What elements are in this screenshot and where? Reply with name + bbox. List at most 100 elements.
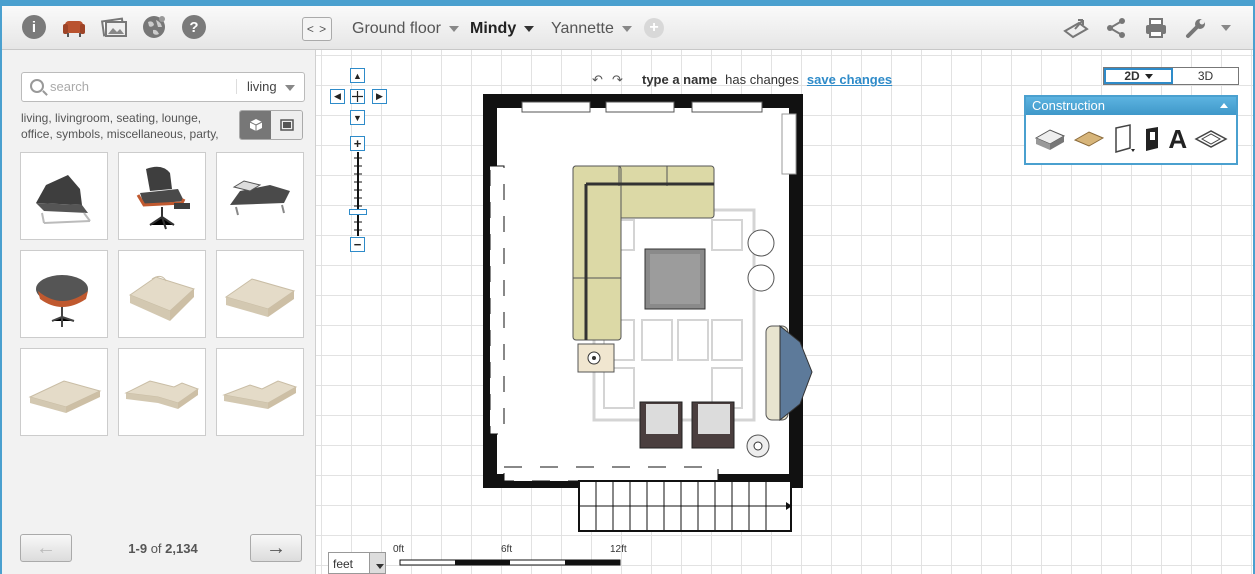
lamp-base <box>592 356 596 360</box>
tab-label: Yannette <box>551 20 614 37</box>
design-name[interactable]: type a name <box>642 72 717 87</box>
scale-label: 6ft <box>501 544 513 555</box>
chevron-down-icon[interactable] <box>369 553 385 573</box>
info-icon[interactable]: i <box>20 13 48 41</box>
stool[interactable] <box>747 264 775 292</box>
construction-header[interactable]: Construction <box>1026 97 1236 115</box>
view-2d-label: 2D <box>1124 69 1140 83</box>
info-glyph: i <box>22 15 46 39</box>
tab-label: Ground floor <box>352 20 441 37</box>
redo-button[interactable]: ↷ <box>612 72 623 88</box>
next-page-button[interactable]: → <box>250 534 302 562</box>
catalog-item[interactable] <box>20 152 108 240</box>
category-select[interactable]: living <box>236 79 295 94</box>
pan-center-button[interactable] <box>350 89 365 104</box>
page-total: 2,134 <box>165 541 198 556</box>
window-icon[interactable] <box>1143 126 1161 152</box>
catalog-item[interactable] <box>216 348 304 436</box>
pan-right-button[interactable]: ▶ <box>372 89 387 104</box>
room-icon[interactable] <box>1034 126 1066 152</box>
pan-left-button[interactable]: ◀ <box>330 89 345 104</box>
text-icon[interactable]: A <box>1168 124 1187 155</box>
zoom-ticks <box>354 157 362 231</box>
chevron-down-icon[interactable] <box>621 25 632 32</box>
catalog-item[interactable] <box>216 250 304 338</box>
add-floor-button[interactable]: + <box>644 18 664 38</box>
save-changes-link[interactable]: save changes <box>807 72 892 87</box>
changes-text: has changes <box>725 72 799 87</box>
pagination: ← 1-9 of 2,134 → <box>20 534 304 562</box>
undo-button[interactable]: ↶ <box>592 72 603 88</box>
cube-icon <box>249 119 262 131</box>
left-opening[interactable] <box>489 165 505 435</box>
floor-lamp-bulb <box>753 441 763 451</box>
tag-list[interactable]: living, livingroom, seating, lounge, off… <box>21 110 231 142</box>
view-2d-button[interactable]: 2D <box>1104 68 1173 84</box>
search-bar: living <box>21 72 305 102</box>
area-icon[interactable] <box>1194 128 1228 150</box>
tab-yannette[interactable]: Yannette <box>551 20 632 38</box>
3d-view-button[interactable] <box>240 111 271 139</box>
share-icon[interactable] <box>1102 16 1130 40</box>
catalog-item[interactable] <box>118 250 206 338</box>
chevron-down-icon[interactable] <box>524 25 535 32</box>
catalog-item[interactable] <box>118 152 206 240</box>
search-input[interactable] <box>50 79 230 94</box>
window[interactable] <box>521 101 591 113</box>
pan-down-button[interactable]: ▼ <box>350 110 365 125</box>
zoom-in-button[interactable]: + <box>350 136 365 151</box>
window[interactable] <box>691 101 763 113</box>
catalog-item[interactable] <box>118 348 206 436</box>
export-icon[interactable] <box>1062 16 1090 40</box>
settings-dropdown-icon[interactable] <box>1218 16 1234 40</box>
wrench-icon[interactable] <box>1182 16 1210 40</box>
app-window: i ? Ground floor Mindy Yannette + < > se… <box>0 0 1255 574</box>
page-range: 1-9 <box>128 541 148 556</box>
page-of: of <box>150 541 162 556</box>
construction-panel: Construction A <box>1024 95 1238 165</box>
tab-ground-floor[interactable]: Ground floor <box>352 20 459 38</box>
globe-icon[interactable] <box>140 13 168 41</box>
door-icon[interactable] <box>1112 124 1136 154</box>
units-label: feet <box>333 557 354 571</box>
right-opening[interactable] <box>781 113 797 175</box>
zoom-handle[interactable] <box>349 209 367 215</box>
photos-icon[interactable] <box>100 13 128 41</box>
bottom-opening[interactable] <box>503 466 719 482</box>
tab-label: Mindy <box>470 20 517 37</box>
catalog-item[interactable] <box>20 348 108 436</box>
chevron-down-icon[interactable] <box>448 25 459 32</box>
armchair-seat <box>698 404 730 434</box>
stool[interactable] <box>747 229 775 257</box>
arrow-right-icon: → <box>266 536 286 559</box>
2d-view-button[interactable] <box>271 111 302 139</box>
collapse-icon[interactable] <box>1220 103 1228 108</box>
view-toggle <box>239 110 303 140</box>
window[interactable] <box>605 101 675 113</box>
scale-label: 0ft <box>393 544 405 555</box>
previous-page-button[interactable]: ← <box>20 534 72 562</box>
pan-up-button[interactable]: ▲ <box>350 68 365 83</box>
chevron-down-icon[interactable] <box>1144 73 1153 79</box>
construction-tools: A <box>1026 115 1236 163</box>
collapse-sidebar-button[interactable]: < > <box>302 17 332 41</box>
furniture-icon[interactable] <box>60 13 88 41</box>
tab-mindy[interactable]: Mindy <box>470 20 535 38</box>
construction-title: Construction <box>1032 98 1105 113</box>
category-label: living <box>247 79 277 94</box>
catalog-item[interactable] <box>216 152 304 240</box>
move-icon <box>352 91 363 102</box>
staircase[interactable] <box>578 480 792 532</box>
catalog-item[interactable] <box>20 250 108 338</box>
floor-icon[interactable] <box>1073 128 1105 150</box>
view-mode-toggle: 2D 3D <box>1103 67 1239 85</box>
view-3d-button[interactable]: 3D <box>1173 68 1238 84</box>
armchair-seat <box>646 404 678 434</box>
print-icon[interactable] <box>1142 16 1170 40</box>
help-icon[interactable]: ? <box>180 13 208 41</box>
fireplace[interactable] <box>779 324 813 422</box>
zoom-out-button[interactable]: − <box>350 237 365 252</box>
page-count: 1-9 of 2,134 <box>118 541 208 556</box>
left-toolbar: i ? <box>2 6 316 50</box>
units-select[interactable]: feet <box>328 552 386 574</box>
